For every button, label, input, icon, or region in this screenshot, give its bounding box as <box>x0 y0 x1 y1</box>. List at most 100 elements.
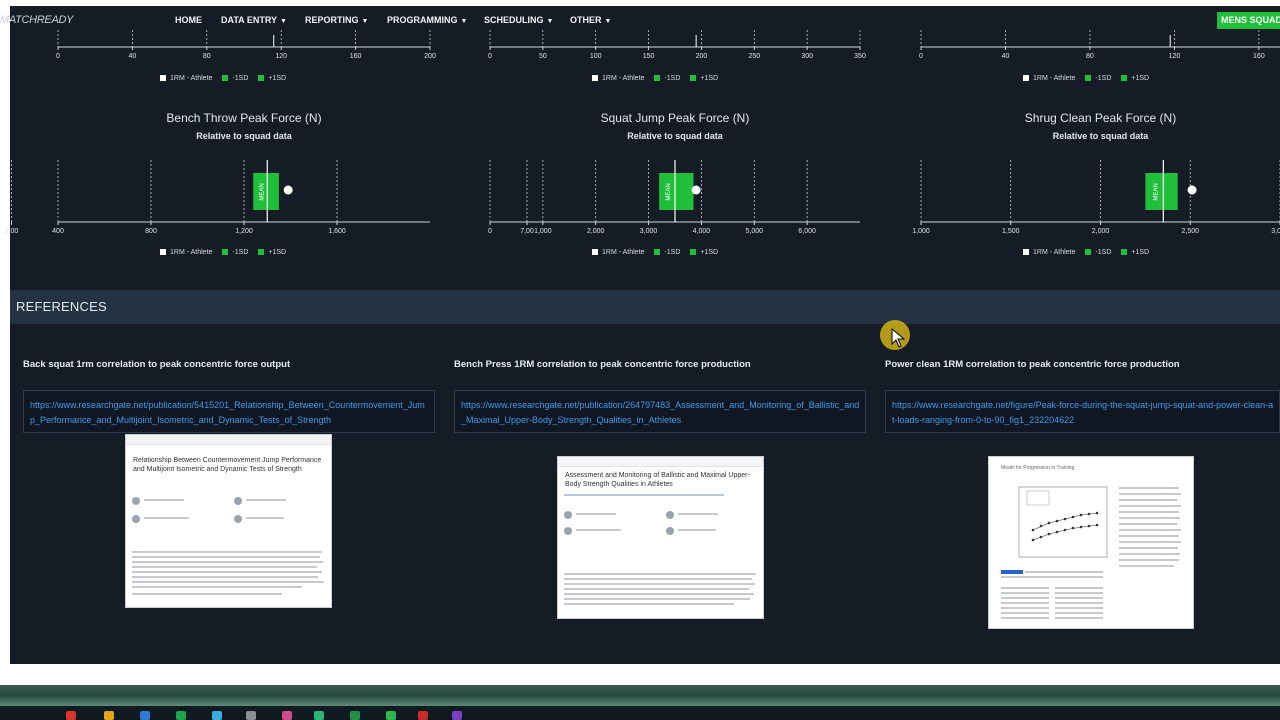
legend-item[interactable]: +1SD <box>258 249 286 256</box>
tick-label: 1,200 <box>235 228 253 235</box>
box-plot: 400 800 1,200 1,600 2,00 MEAN <box>5 160 430 235</box>
chart-legend: 1RM - Athlete -1SD +1SD <box>592 75 728 82</box>
legend-swatch <box>1085 249 1092 255</box>
tick-label: 1,000 <box>534 228 552 235</box>
nav-other[interactable]: OTHER ▼ <box>570 15 611 27</box>
thumbnail-header <box>126 435 331 445</box>
tick-label: 5,000 <box>746 228 764 235</box>
reference-link[interactable]: https://www.researchgate.net/publication… <box>454 390 866 433</box>
app-taskbar-icon[interactable] <box>282 711 292 720</box>
squad-select-button[interactable]: MENS SQUAD <box>1217 12 1280 29</box>
thumbnail-title: Assessment and Monitoring of Ballistic a… <box>565 472 750 488</box>
nav-programming[interactable]: PROGRAMMING ▼ <box>387 15 467 27</box>
legend-item[interactable]: +1SD <box>1121 75 1149 82</box>
tick-label: 100 <box>590 53 602 60</box>
box-plot: 0 1,000 2,000 3,000 4,000 5,000 6,000 7,00 MEAN <box>488 160 860 235</box>
legend-item[interactable]: 1RM - Athlete <box>1023 249 1075 256</box>
reference-thumbnail[interactable]: Model for Progression in Training <box>988 456 1194 629</box>
box-plus-1sd <box>267 173 279 210</box>
athlete-1rm-point <box>283 185 293 195</box>
nav-data-entry[interactable]: DATA ENTRY ▼ <box>221 15 287 27</box>
chevron-down-icon: ▼ <box>361 18 369 25</box>
box-plus-1sd <box>675 173 694 210</box>
legend-item[interactable]: -1SD <box>1085 75 1111 82</box>
tick-label: 300 <box>801 53 813 60</box>
legend-swatch <box>222 75 229 81</box>
app-taskbar-icon[interactable] <box>418 711 428 720</box>
legend-item[interactable]: +1SD <box>1121 249 1149 256</box>
legend-item[interactable]: -1SD <box>222 75 248 82</box>
legend-label: 1RM - Athlete <box>170 249 213 256</box>
app-taskbar-icon[interactable] <box>386 711 396 720</box>
box-plot: 1,000 1,500 2,000 2,500 3,000 MEAN <box>912 160 1280 235</box>
nav-scheduling[interactable]: SCHEDULING ▼ <box>484 15 553 27</box>
reference-thumbnail[interactable]: Assessment and Monitoring of Ballistic a… <box>557 456 764 619</box>
legend-label: +1SD <box>1131 249 1150 256</box>
legend-label: +1SD <box>700 75 719 82</box>
tick-label: 160 <box>350 53 362 60</box>
legend-label: 1RM - Athlete <box>602 75 645 82</box>
legend-item[interactable]: +1SD <box>690 75 718 82</box>
app-taskbar-icon[interactable] <box>350 711 360 720</box>
legend-item[interactable]: 1RM - Athlete <box>160 75 212 82</box>
top-chart-axis: 0 40 80 120 160 200 <box>56 30 436 60</box>
shrug-clean-chart: Shrug Clean Peak Force (N) Relative to s… <box>912 110 1280 265</box>
legend-item[interactable]: +1SD <box>258 75 286 82</box>
legend-item[interactable]: -1SD <box>1085 249 1111 256</box>
thumbnail-header <box>558 457 763 467</box>
legend-label: -1SD <box>664 75 681 82</box>
references-header: REFERENCES <box>10 290 1280 324</box>
tick-label: 80 <box>203 53 211 60</box>
browser-taskbar-icon[interactable] <box>66 711 76 720</box>
legend-item[interactable]: -1SD <box>654 249 680 256</box>
tick-label: 2,500 <box>1181 228 1199 235</box>
excel-taskbar-icon[interactable] <box>176 711 186 720</box>
app-taskbar-icon[interactable] <box>212 711 222 720</box>
nav-reporting[interactable]: REPORTING ▼ <box>305 15 368 27</box>
thumbnail-figure <box>1018 486 1108 558</box>
legend-swatch <box>222 249 229 255</box>
chevron-down-icon: ▼ <box>280 18 287 25</box>
tick-label: 400 <box>52 228 64 235</box>
legend-swatch <box>258 75 265 81</box>
athlete-1rm-point <box>1187 185 1197 195</box>
legend-item[interactable]: 1RM - Athlete <box>592 249 644 256</box>
app-taskbar-icon[interactable] <box>246 711 256 720</box>
tick-label: 0 <box>919 53 923 60</box>
athlete-1rm-point <box>691 185 701 195</box>
legend-item[interactable]: 1RM - Athlete <box>160 249 212 256</box>
reference-thumbnail[interactable]: Relationship Between Countermovement Jum… <box>125 434 332 608</box>
tick-label: 0 <box>56 53 60 60</box>
app-taskbar-icon[interactable] <box>452 711 462 720</box>
reference-link[interactable]: https://www.researchgate.net/publication… <box>23 390 435 433</box>
legend-swatch <box>160 75 166 81</box>
top-chart-2: 0 50 100 150 200 250 300 350 1RM - Athlete -1SD +… <box>488 30 866 90</box>
tick-label: 120 <box>275 53 287 60</box>
legend-swatch <box>654 75 661 81</box>
app-logo-text: MATCHREADY <box>0 14 74 26</box>
nav-home[interactable]: HOME <box>175 15 202 27</box>
legend-item[interactable]: 1RM - Athlete <box>592 75 644 82</box>
chevron-down-icon: ▼ <box>460 18 468 25</box>
tick-label: 4,000 <box>693 228 711 235</box>
legend-item[interactable]: 1RM - Athlete <box>1023 75 1075 82</box>
legend-item[interactable]: -1SD <box>222 249 248 256</box>
tick-label: 1,500 <box>1002 228 1020 235</box>
nav-label: DATA ENTRY <box>221 15 277 25</box>
chart-legend: 1RM - Athlete -1SD +1SD <box>160 249 296 256</box>
reference-link[interactable]: https://www.researchgate.net/figure/Peak… <box>885 390 1280 433</box>
nav-label: PROGRAMMING <box>387 15 458 25</box>
app-logo[interactable]: MATCHREADY <box>0 14 74 26</box>
app-taskbar-icon[interactable] <box>314 711 324 720</box>
tick-label: 200 <box>696 53 708 60</box>
legend-swatch <box>1121 249 1128 255</box>
tick-label: 250 <box>748 53 760 60</box>
folder-taskbar-icon[interactable] <box>104 711 114 720</box>
legend-item[interactable]: +1SD <box>690 249 718 256</box>
top-chart-3: 0 40 80 120 160 1RM - Athlete -1SD +1SD <box>919 30 1280 90</box>
legend-swatch <box>592 75 598 81</box>
legend-item[interactable]: -1SD <box>654 75 680 82</box>
mail-taskbar-icon[interactable] <box>140 711 150 720</box>
chart-legend: 1RM - Athlete -1SD +1SD <box>592 249 728 256</box>
top-chart-axis: 0 50 100 150 200 250 300 350 <box>488 30 866 60</box>
